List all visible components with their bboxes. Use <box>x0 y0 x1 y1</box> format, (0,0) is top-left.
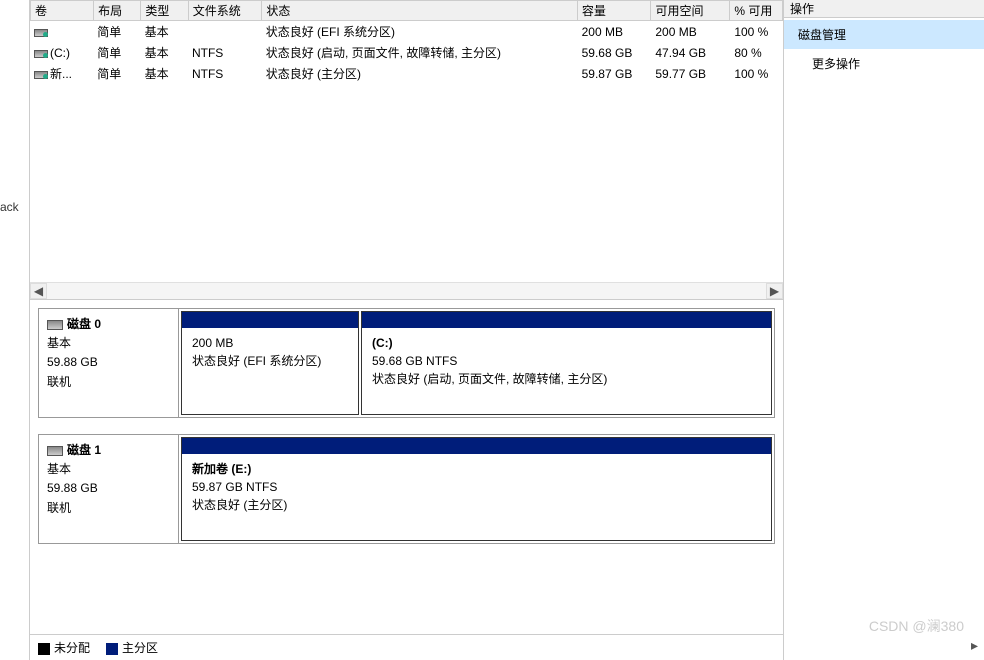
partition-header <box>362 312 771 328</box>
partition-header <box>182 312 358 328</box>
left-sidebar-fragment: ack <box>0 0 30 660</box>
left-fragment-text: ack <box>0 200 19 214</box>
actions-group-disk-management[interactable]: 磁盘管理 <box>784 20 984 49</box>
partition-body: 新加卷 (E:)59.87 GB NTFS状态良好 (主分区) <box>182 454 771 540</box>
table-row[interactable]: (C:)简单基本NTFS状态良好 (启动, 页面文件, 故障转储, 主分区)59… <box>30 42 783 63</box>
col-free[interactable]: 可用空间 <box>651 1 730 21</box>
disk-info: 磁盘 1基本59.88 GB联机 <box>39 435 179 543</box>
actions-header: 操作 <box>784 0 984 18</box>
disk-block[interactable]: 磁盘 0基本59.88 GB联机200 MB状态良好 (EFI 系统分区)(C:… <box>38 308 775 418</box>
partition-body: 200 MB状态良好 (EFI 系统分区) <box>182 328 358 414</box>
legend-unallocated: 未分配 <box>38 639 90 656</box>
disk-icon <box>47 320 63 330</box>
hscroll-left[interactable]: ◀ <box>30 283 47 299</box>
col-status[interactable]: 状态 <box>262 1 578 21</box>
table-row[interactable]: 简单基本状态良好 (EFI 系统分区)200 MB200 MB100 % <box>30 21 783 42</box>
partition-header <box>182 438 771 454</box>
disk-info: 磁盘 0基本59.88 GB联机 <box>39 309 179 417</box>
partition[interactable]: 200 MB状态良好 (EFI 系统分区) <box>181 311 359 415</box>
hscroll-track[interactable] <box>47 283 766 299</box>
col-filesystem[interactable]: 文件系统 <box>188 1 262 21</box>
volume-table-body: 简单基本状态良好 (EFI 系统分区)200 MB200 MB100 %(C:)… <box>30 21 783 84</box>
col-capacity[interactable]: 容量 <box>577 1 651 21</box>
disk-partitions: 200 MB状态良好 (EFI 系统分区)(C:)59.68 GB NTFS状态… <box>179 309 774 417</box>
disk-block[interactable]: 磁盘 1基本59.88 GB联机新加卷 (E:)59.87 GB NTFS状态良… <box>38 434 775 544</box>
disk-partitions: 新加卷 (E:)59.87 GB NTFS状态良好 (主分区) <box>179 435 774 543</box>
volume-icon <box>34 50 48 58</box>
col-layout[interactable]: 布局 <box>94 1 141 21</box>
col-pct-free[interactable]: % 可用 <box>730 1 783 21</box>
disk-icon <box>47 446 63 456</box>
legend-bar: 未分配 主分区 <box>30 634 783 660</box>
partition[interactable]: (C:)59.68 GB NTFS状态良好 (启动, 页面文件, 故障转储, 主… <box>361 311 772 415</box>
volume-icon <box>34 71 48 79</box>
table-row[interactable]: 新...简单基本NTFS状态良好 (主分区)59.87 GB59.77 GB10… <box>30 63 783 84</box>
col-type[interactable]: 类型 <box>141 1 188 21</box>
actions-panel: 操作 磁盘管理 更多操作 ▸ <box>784 0 984 660</box>
partition-body: (C:)59.68 GB NTFS状态良好 (启动, 页面文件, 故障转储, 主… <box>362 328 771 414</box>
col-volume[interactable]: 卷 <box>31 1 94 21</box>
volume-icon <box>34 29 48 37</box>
disk-graphical-pane: 磁盘 0基本59.88 GB联机200 MB状态良好 (EFI 系统分区)(C:… <box>30 300 783 634</box>
partition[interactable]: 新加卷 (E:)59.87 GB NTFS状态良好 (主分区) <box>181 437 772 541</box>
legend-primary: 主分区 <box>106 639 158 656</box>
volume-table-header: 卷 布局 类型 文件系统 状态 容量 可用空间 % 可用 <box>30 0 783 21</box>
actions-more-icon: ▸ <box>971 637 978 654</box>
volume-hscroll[interactable]: ◀ ▶ <box>30 282 783 299</box>
main-panel: 卷 布局 类型 文件系统 状态 容量 可用空间 % 可用 简单基本状态良好 <box>30 0 784 660</box>
actions-more[interactable]: 更多操作 <box>784 49 984 78</box>
volume-list-pane: 卷 布局 类型 文件系统 状态 容量 可用空间 % 可用 简单基本状态良好 <box>30 0 783 300</box>
hscroll-right[interactable]: ▶ <box>766 283 783 299</box>
